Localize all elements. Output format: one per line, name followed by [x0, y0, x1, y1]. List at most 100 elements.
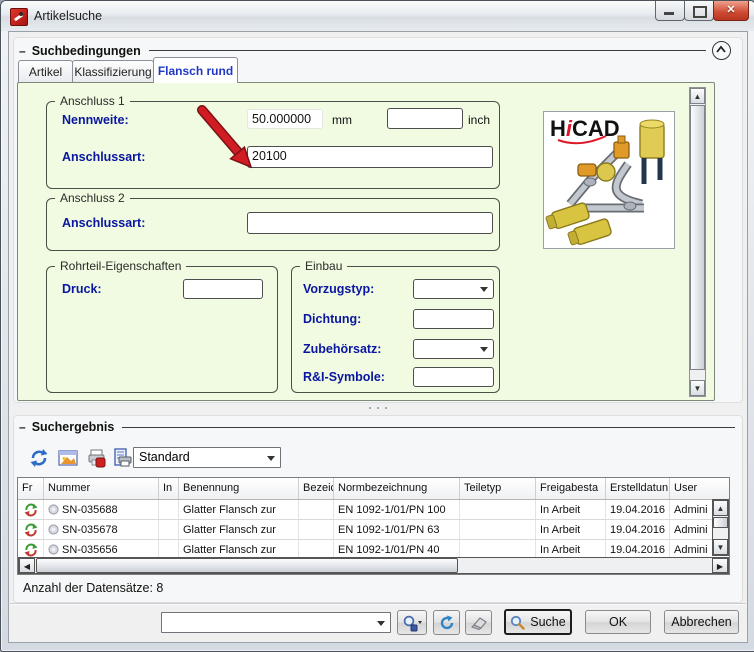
dichtung-label: Dichtung:: [303, 312, 361, 326]
scrollbar-thumb[interactable]: [690, 105, 705, 370]
footer-divider: [10, 603, 746, 605]
eraser-icon: [470, 616, 487, 630]
tab-flansch-rund[interactable]: Flansch rund: [153, 57, 238, 83]
anschluss2-title: Anschluss 2: [55, 191, 130, 205]
release-status-icon: [24, 523, 38, 537]
abbrechen-button[interactable]: Abbrechen: [664, 610, 739, 634]
einbau-title: Einbau: [300, 259, 347, 273]
scrollbar-thumb[interactable]: [713, 517, 728, 528]
table-h-scrollbar[interactable]: ◀ ▶: [18, 557, 729, 574]
col-user[interactable]: User: [670, 478, 729, 499]
conditions-scrollbar[interactable]: ▲ ▼: [689, 87, 706, 397]
dichtung-field[interactable]: [413, 309, 494, 329]
vorzugstyp-dropdown[interactable]: [413, 279, 494, 299]
nennweite-label: Nennweite:: [62, 113, 129, 127]
print-pdf-icon[interactable]: [87, 448, 107, 468]
col-bezeichnung[interactable]: Bezeic: [299, 478, 334, 499]
record-count: Anzahl der Datensätze: 8: [23, 581, 163, 595]
maximize-button[interactable]: [684, 1, 714, 21]
preview-image: HiCAD: [543, 111, 675, 249]
col-benennung[interactable]: Benennung: [179, 478, 299, 499]
scroll-down-icon[interactable]: ▼: [690, 380, 705, 396]
col-erstelldatum[interactable]: Erstelldatun: [606, 478, 670, 499]
anschlussart1-field[interactable]: 20100: [247, 146, 493, 168]
ri-symbole-field[interactable]: [413, 367, 494, 387]
artikelsuche-dialog: Artikelsuche ✕ – Suchbedingungen Artikel…: [0, 0, 754, 652]
suchergebnis-rule: [122, 427, 735, 428]
titlebar[interactable]: Artikelsuche ✕: [1, 1, 754, 31]
search-icon: [510, 615, 525, 630]
suchergebnis-dash: –: [19, 420, 26, 434]
minimize-icon: [664, 12, 674, 15]
collapse-button[interactable]: [712, 41, 731, 60]
close-button[interactable]: ✕: [713, 1, 749, 21]
results-table: Fr Nummer In Benennung Bezeic Normbezeic…: [17, 477, 730, 575]
ok-button[interactable]: OK: [585, 610, 651, 634]
nennweite-inch-field[interactable]: [387, 108, 463, 129]
col-teiletyp[interactable]: Teiletyp: [460, 478, 536, 499]
clear-button[interactable]: [465, 610, 492, 635]
col-normbezeichnung[interactable]: Normbezeichnung: [334, 478, 460, 499]
scroll-down-icon[interactable]: ▼: [713, 539, 728, 555]
scroll-up-icon[interactable]: ▲: [690, 88, 705, 104]
table-header: Fr Nummer In Benennung Bezeic Normbezeic…: [18, 478, 729, 500]
scroll-up-icon[interactable]: ▲: [713, 500, 728, 516]
scrollbar-thumb[interactable]: [36, 558, 458, 573]
anschlussart2-field[interactable]: [247, 212, 493, 234]
druck-label: Druck:: [62, 282, 102, 296]
vorzugstyp-label: Vorzugstyp:: [303, 282, 374, 296]
druck-field[interactable]: [183, 279, 263, 299]
tab-klassifizierung[interactable]: Klassifizierung: [72, 60, 154, 83]
preview-image-icon[interactable]: [58, 448, 78, 468]
tab-artikel[interactable]: Artikel: [18, 60, 73, 83]
suchbedingungen-rule: [149, 50, 706, 51]
col-freigabestatus[interactable]: Freigabesta: [536, 478, 606, 499]
scroll-right-icon[interactable]: ▶: [712, 558, 728, 573]
table-row[interactable]: SN-035678 Glatter Flansch zur EN 1092-1/…: [18, 520, 729, 540]
suchergebnis-title: Suchergebnis: [32, 420, 115, 434]
chevron-up-icon: [715, 45, 727, 55]
window-title: Artikelsuche: [34, 9, 102, 23]
magnifier-save-icon: [402, 614, 422, 632]
chevron-down-icon: [480, 287, 488, 292]
scroll-left-icon[interactable]: ◀: [19, 558, 35, 573]
col-nummer[interactable]: Nummer: [44, 478, 159, 499]
anschlussart1-label: Anschlussart:: [62, 150, 145, 164]
inch-unit-label: inch: [468, 113, 490, 127]
chevron-down-icon: [267, 456, 275, 461]
app-icon: [10, 8, 28, 26]
splitter-dots-icon[interactable]: [369, 407, 371, 409]
table-v-scrollbar[interactable]: ▲ ▼: [712, 499, 729, 556]
suchbedingungen-dash: –: [19, 44, 26, 58]
zubehoersatz-label: Zubehörsatz:: [303, 342, 381, 356]
mm-unit-label: mm: [332, 113, 352, 127]
ok-label: OK: [609, 615, 627, 629]
suchbedingungen-title: Suchbedingungen: [32, 44, 141, 58]
chevron-down-icon: [480, 347, 488, 352]
refresh-results-icon[interactable]: [29, 448, 49, 468]
table-row[interactable]: SN-035688 Glatter Flansch zur EN 1092-1/…: [18, 500, 729, 520]
refresh-icon: [439, 615, 455, 631]
close-icon: ✕: [714, 3, 748, 16]
abbrechen-label: Abbrechen: [671, 615, 731, 629]
chevron-down-icon: [377, 621, 385, 626]
saved-search-combo[interactable]: [161, 612, 391, 633]
refresh-button[interactable]: [433, 610, 460, 635]
save-search-button[interactable]: [397, 610, 427, 635]
print-report-icon[interactable]: [113, 448, 133, 468]
suche-button[interactable]: Suche: [504, 609, 572, 635]
part-icon: [48, 544, 59, 555]
part-icon: [48, 524, 59, 535]
rohrteil-title: Rohrteil-Eigenschaften: [55, 259, 186, 273]
minimize-button[interactable]: [655, 1, 685, 21]
piping-illustration: [544, 112, 672, 246]
anschluss1-title: Anschluss 1: [55, 94, 130, 108]
col-in[interactable]: In: [159, 478, 179, 499]
ri-symbole-label: R&I-Symbole:: [303, 370, 385, 384]
nennweite-mm-field[interactable]: 50.000000: [247, 109, 323, 129]
release-status-icon: [24, 543, 38, 557]
view-combo[interactable]: Standard: [133, 447, 281, 468]
maximize-icon: [693, 6, 707, 18]
col-fr[interactable]: Fr: [18, 478, 44, 499]
zubehoersatz-dropdown[interactable]: [413, 339, 494, 359]
